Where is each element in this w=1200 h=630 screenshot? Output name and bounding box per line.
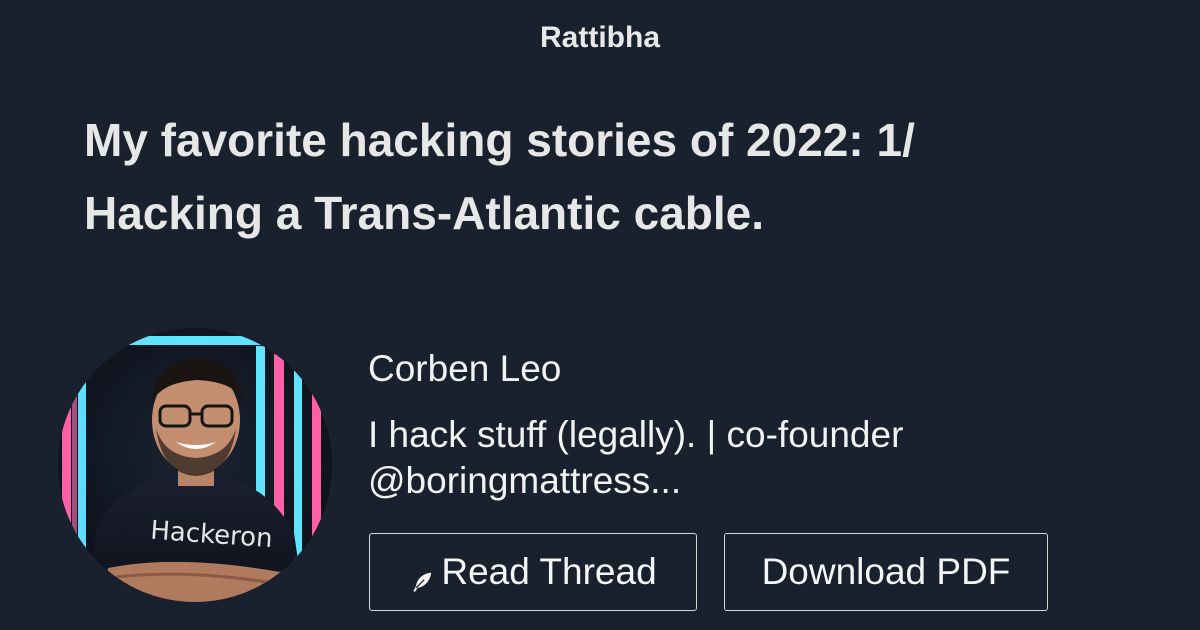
read-thread-label: Read Thread: [441, 551, 657, 592]
download-pdf-button[interactable]: Download PDF: [724, 533, 1048, 611]
author-avatar: Hackeron: [58, 328, 332, 602]
read-thread-button[interactable]: Read Thread: [369, 533, 697, 611]
author-bio: I hack stuff (legally). | co-founder @bo…: [368, 412, 1008, 504]
author-bio-line-1: I hack stuff (legally). | co-founder: [368, 414, 904, 455]
author-bio-line-2: @boringmattress...: [368, 460, 682, 501]
download-pdf-label: Download PDF: [761, 551, 1011, 592]
author-name: Corben Leo: [368, 348, 562, 389]
thread-title: My favorite hacking stories of 2022: 1/ …: [84, 114, 915, 239]
site-brand: Rattibha: [540, 21, 660, 54]
feather-icon: [409, 562, 435, 592]
